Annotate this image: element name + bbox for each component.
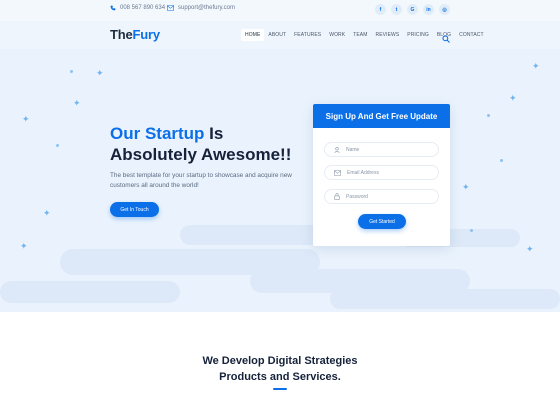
hero-title: Our Startup Is Absolutely Awesome!!: [110, 123, 310, 165]
cloud-shape: [330, 289, 560, 309]
section-title-line1: We Develop Digital Strategies: [202, 355, 358, 367]
sparkle-icon: ✦: [43, 208, 51, 218]
sparkle-icon: ✦: [22, 114, 30, 124]
email-contact[interactable]: support@thefury.com: [167, 5, 235, 11]
sparkle-icon: ✦: [526, 244, 534, 254]
sparkle-icon: ✦: [96, 68, 104, 78]
search-button[interactable]: [442, 30, 450, 48]
envelope-icon: [334, 169, 341, 176]
hero-section: ✦ ✦ ✦ ✦ ✦ ✦ ✦ ✦ ✦ Our Startup Is Absolut…: [0, 49, 560, 312]
sparkle-icon: ✦: [532, 61, 540, 71]
decor-dot: [470, 229, 473, 232]
twitter-icon[interactable]: t: [391, 4, 402, 15]
nav-reviews[interactable]: REVIEWS: [372, 29, 404, 41]
phone-contact[interactable]: 008 567 890 634: [110, 5, 165, 11]
nav-team[interactable]: TEAM: [349, 29, 371, 41]
form-title: Sign Up And Get Free Update: [313, 104, 450, 128]
phone-number: 008 567 890 634: [120, 5, 166, 11]
nav-contact[interactable]: CONTACT: [455, 29, 488, 41]
hero-title-highlight: Our Startup: [110, 124, 205, 143]
instagram-icon[interactable]: ◎: [439, 4, 450, 15]
get-started-button[interactable]: Get Started: [358, 214, 406, 229]
decor-dot: [500, 159, 503, 162]
user-icon: [334, 146, 340, 153]
email-input[interactable]: [347, 169, 432, 176]
site-header: TheFury HOME ABOUT FEATURES WORK TEAM RE…: [0, 21, 560, 49]
password-input[interactable]: [346, 193, 431, 200]
facebook-icon[interactable]: f: [375, 4, 386, 15]
decor-dot: [56, 144, 59, 147]
logo-text-fury: Fury: [132, 27, 161, 42]
phone-icon: [110, 5, 116, 11]
sparkle-icon: ✦: [462, 182, 470, 192]
sparkle-icon: ✦: [73, 98, 81, 108]
nav-home[interactable]: HOME: [241, 29, 265, 41]
linkedin-icon[interactable]: in: [423, 4, 434, 15]
signup-form-card: Sign Up And Get Free Update Get Started: [313, 104, 450, 246]
envelope-icon: [167, 5, 174, 11]
decor-dot: [487, 114, 490, 117]
sparkle-icon: ✦: [509, 93, 517, 103]
logo-text-the: The: [110, 27, 133, 42]
section-title: We Develop Digital Strategies Products a…: [180, 353, 380, 385]
nav-about[interactable]: ABOUT: [264, 29, 290, 41]
nav-features[interactable]: FEATURES: [290, 29, 325, 41]
main-nav: HOME ABOUT FEATURES WORK TEAM REVIEWS PR…: [241, 29, 488, 41]
name-input[interactable]: [346, 146, 431, 153]
cloud-shape: [0, 281, 180, 303]
hero-description: The best template for your startup to sh…: [110, 172, 292, 189]
email-field[interactable]: [324, 165, 439, 180]
search-icon: [442, 35, 450, 43]
decor-dot: [70, 70, 73, 73]
social-links: f t G in ◎: [375, 4, 450, 15]
email-address: support@thefury.com: [178, 5, 236, 11]
name-field[interactable]: [324, 142, 439, 157]
sparkle-icon: ✦: [20, 241, 28, 251]
password-field[interactable]: [324, 189, 439, 204]
section-title-line2: Products and Services.: [219, 371, 341, 383]
get-in-touch-button[interactable]: Get In Touch: [110, 202, 159, 217]
nav-work[interactable]: WORK: [325, 29, 349, 41]
title-underline: [273, 388, 287, 390]
nav-pricing[interactable]: PRICING: [403, 29, 433, 41]
google-plus-icon[interactable]: G: [407, 4, 418, 15]
logo[interactable]: TheFury: [110, 27, 160, 42]
lock-icon: [334, 193, 340, 200]
top-contact-bar: 008 567 890 634 support@thefury.com f t …: [0, 0, 560, 21]
